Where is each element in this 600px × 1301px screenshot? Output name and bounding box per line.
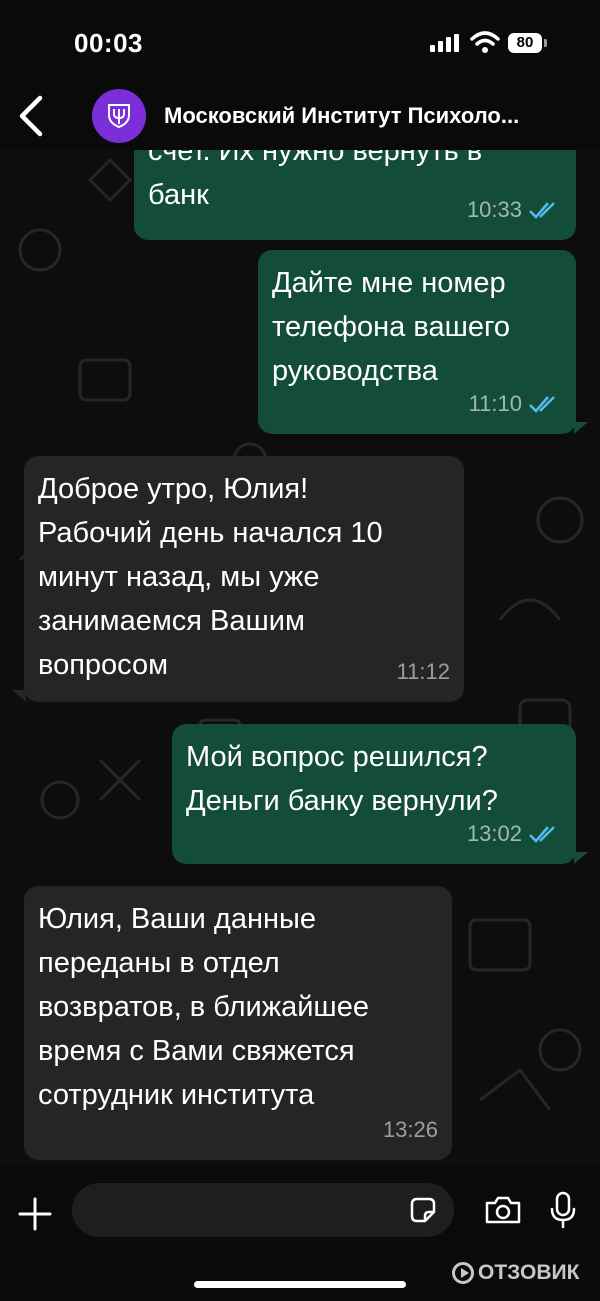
message-time: 11:10 <box>468 391 522 416</box>
read-receipt-icon <box>529 396 555 413</box>
read-receipt-icon <box>529 826 555 843</box>
message-time: 13:26 <box>382 1117 438 1142</box>
battery-cap <box>544 39 547 47</box>
message-bubble-incoming[interactable]: Доброе утро, Юлия! Рабочий день начался … <box>24 456 464 702</box>
status-time: 00:03 <box>74 28 143 58</box>
bubble-tail <box>12 690 26 702</box>
message-meta: 13:26 <box>383 1108 438 1152</box>
message-text: Дайте мне номер телефона вашего руководс… <box>272 267 511 387</box>
message-time: 11:12 <box>396 659 450 684</box>
message-meta: 10:33 <box>467 188 562 232</box>
watermark-logo-icon <box>452 1262 474 1284</box>
status-bar: 00:03 80 <box>0 0 600 86</box>
chat-screen: счет. Их нужно вернуть в банк 10:33 Дайт… <box>0 0 600 1301</box>
message-text: Юлия, Ваши данные переданы в отдел возвр… <box>38 903 369 1111</box>
bubble-tail <box>574 422 588 434</box>
sticker-icon[interactable] <box>409 1196 437 1224</box>
watermark: ОТЗОВИК <box>452 1261 579 1285</box>
battery-indicator: 80 <box>508 33 542 53</box>
plus-icon[interactable] <box>18 1197 52 1231</box>
read-receipt-icon <box>529 202 555 219</box>
bubble-tail <box>574 852 588 864</box>
message-text: Доброе утро, Юлия! Рабочий день начался … <box>38 473 383 681</box>
microphone-icon[interactable] <box>550 1191 576 1229</box>
camera-icon[interactable] <box>484 1195 522 1225</box>
message-time: 13:02 <box>466 821 522 846</box>
message-meta: 11:10 <box>469 382 562 426</box>
contact-avatar[interactable] <box>92 89 146 143</box>
wifi-icon <box>470 31 500 53</box>
home-indicator <box>194 1281 406 1288</box>
message-input[interactable] <box>72 1183 454 1237</box>
message-text: Мой вопрос решился? Деньги банку вернули… <box>186 741 498 817</box>
message-bubble-outgoing[interactable]: Мой вопрос решился? Деньги банку вернули… <box>172 724 576 864</box>
message-meta: 13:02 <box>467 812 562 856</box>
chat-header: Московский Институт Психоло... <box>0 86 600 150</box>
chat-title[interactable]: Московский Институт Психоло... <box>164 103 519 129</box>
cellular-signal-icon <box>430 34 459 52</box>
message-composer: ОТЗОВИК <box>0 1165 600 1301</box>
message-time: 10:33 <box>466 197 522 222</box>
back-chevron-icon[interactable] <box>12 94 52 138</box>
psi-logo-icon <box>108 104 130 129</box>
message-meta: 11:12 <box>397 650 450 694</box>
watermark-text: ОТЗОВИК <box>478 1261 580 1284</box>
message-bubble-incoming[interactable]: Юлия, Ваши данные переданы в отдел возвр… <box>24 886 452 1160</box>
message-bubble-outgoing[interactable]: Дайте мне номер телефона вашего руководс… <box>258 250 576 434</box>
